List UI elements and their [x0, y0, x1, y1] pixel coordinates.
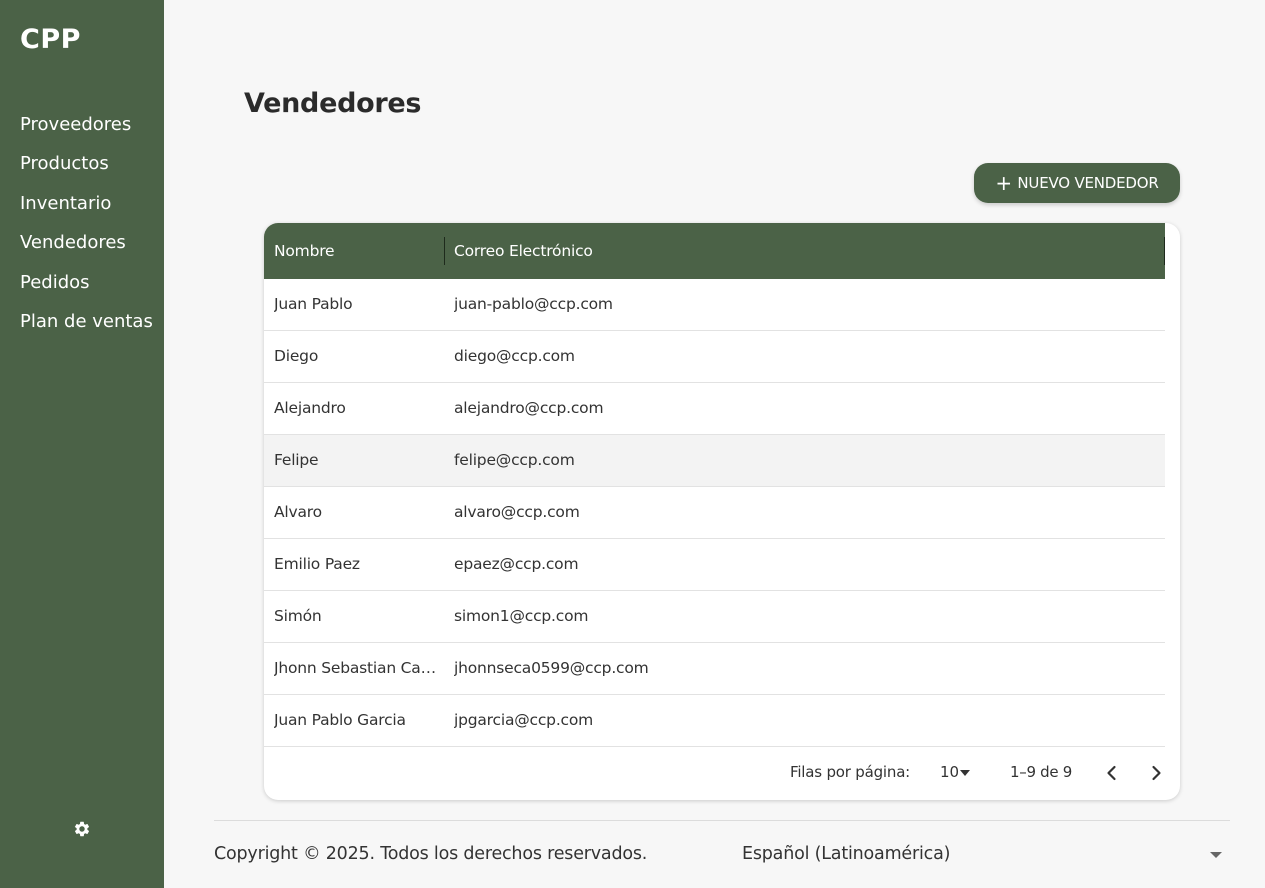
cell-correo: felipe@ccp.com — [454, 451, 575, 469]
pagination-range: 1–9 de 9 — [1010, 763, 1073, 781]
sidebar-item-vendedores[interactable]: Vendedores — [20, 230, 153, 269]
table-row[interactable]: Alejandro alejandro@ccp.com — [264, 383, 1165, 435]
cell-nombre: Juan Pablo Garcia — [274, 711, 406, 729]
sidebar-item-productos[interactable]: Productos — [20, 151, 153, 190]
footer-copyright: Copyright © 2025. Todos los derechos res… — [214, 844, 648, 864]
sidebar-item-inventario[interactable]: Inventario — [20, 191, 153, 230]
cell-nombre: Emilio Paez — [274, 555, 360, 573]
new-seller-button[interactable]: + NUEVO VENDEDOR — [974, 163, 1180, 203]
cell-correo: epaez@ccp.com — [454, 555, 579, 573]
pagination: Filas por página: 10 1–9 de 9 — [264, 748, 1180, 800]
sidebar-item-plan-de-ventas[interactable]: Plan de ventas — [20, 309, 153, 348]
cell-correo: alejandro@ccp.com — [454, 399, 604, 417]
cell-nombre: Felipe — [274, 451, 319, 469]
language-value: Español (Latinoamérica) — [742, 844, 951, 864]
rows-per-page-label: Filas por página: — [790, 763, 911, 781]
footer-divider — [214, 820, 1230, 821]
page-title: Vendedores — [244, 88, 422, 119]
table-row[interactable]: Juan Pablo Garcia jpgarcia@ccp.com — [264, 695, 1165, 747]
table-header: Nombre Correo Electrónico — [264, 223, 1165, 279]
sidebar-item-proveedores[interactable]: Proveedores — [20, 112, 153, 151]
caret-down-icon — [960, 769, 971, 776]
table-row[interactable]: Alvaro alvaro@ccp.com — [264, 487, 1165, 539]
cell-correo: alvaro@ccp.com — [454, 503, 580, 521]
sellers-table: Nombre Correo Electrónico Juan Pablo jua… — [264, 223, 1180, 800]
cell-correo: diego@ccp.com — [454, 347, 575, 365]
cell-nombre: Alvaro — [274, 503, 322, 521]
table-row[interactable]: Felipe felipe@ccp.com — [264, 435, 1165, 487]
chevron-left-icon[interactable] — [1102, 762, 1122, 784]
dropdown-arrow-icon — [1210, 852, 1222, 858]
cell-correo: jpgarcia@ccp.com — [454, 711, 594, 729]
cell-nombre: Juan Pablo — [274, 295, 353, 313]
sidebar: CPP Proveedores Productos Inventario Ven… — [0, 0, 164, 888]
plus-icon: + — [995, 171, 1012, 195]
table-row[interactable]: Juan Pablo juan-pablo@ccp.com — [264, 279, 1165, 331]
chevron-right-icon[interactable] — [1146, 762, 1166, 784]
table-row[interactable]: Diego diego@ccp.com — [264, 331, 1165, 383]
cell-nombre: Simón — [274, 607, 322, 625]
rows-per-page-value: 10 — [940, 763, 960, 781]
cell-correo: jhonnseca0599@ccp.com — [454, 659, 649, 677]
gear-icon[interactable] — [73, 820, 91, 838]
new-seller-button-label: NUEVO VENDEDOR — [1017, 174, 1159, 192]
column-separator[interactable] — [444, 237, 445, 265]
column-separator[interactable] — [1164, 237, 1165, 265]
brand-logo[interactable]: CPP — [20, 24, 81, 55]
column-header-nombre[interactable]: Nombre — [274, 223, 335, 279]
cell-nombre: Jhonn Sebastian Ca… — [274, 659, 436, 677]
rows-per-page-select[interactable]: 10 — [940, 763, 971, 781]
cell-correo: simon1@ccp.com — [454, 607, 589, 625]
language-select[interactable]: Español (Latinoamérica) — [742, 840, 1226, 870]
table-row[interactable]: Jhonn Sebastian Ca… jhonnseca0599@ccp.co… — [264, 643, 1165, 695]
cell-nombre: Diego — [274, 347, 319, 365]
cell-nombre: Alejandro — [274, 399, 346, 417]
column-header-correo[interactable]: Correo Electrónico — [454, 223, 593, 279]
cell-correo: juan-pablo@ccp.com — [454, 295, 613, 313]
sidebar-nav: Proveedores Productos Inventario Vendedo… — [20, 112, 153, 348]
table-body: Juan Pablo juan-pablo@ccp.com Diego dieg… — [264, 279, 1165, 747]
table-row[interactable]: Simón simon1@ccp.com — [264, 591, 1165, 643]
table-row[interactable]: Emilio Paez epaez@ccp.com — [264, 539, 1165, 591]
sidebar-item-pedidos[interactable]: Pedidos — [20, 270, 153, 309]
